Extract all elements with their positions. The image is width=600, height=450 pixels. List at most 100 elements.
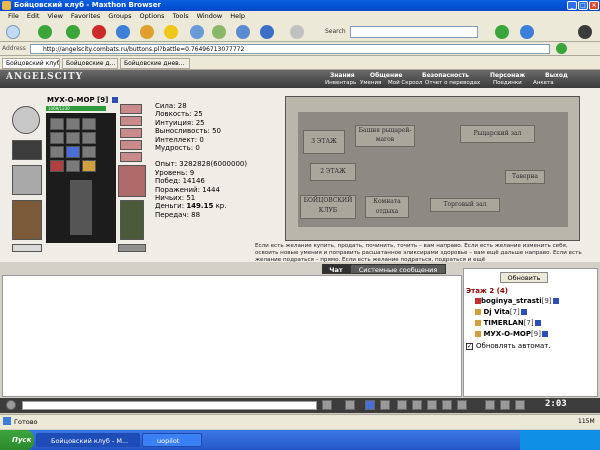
info-icon[interactable]: [520, 309, 527, 315]
menu-security[interactable]: Безопасность: [422, 72, 469, 79]
exit-icon[interactable]: [457, 400, 467, 410]
skills-icon[interactable]: [412, 400, 422, 410]
tab-chat[interactable]: Чат: [322, 264, 350, 274]
menu-character[interactable]: Персонаж: [490, 72, 525, 79]
tab-system-messages[interactable]: Системные сообщения: [350, 264, 446, 274]
ring-slot-2[interactable]: [66, 118, 80, 130]
menu-view[interactable]: View: [47, 11, 62, 22]
submenu-scroll[interactable]: Мой Скроол: [388, 80, 422, 86]
menu-options[interactable]: Options: [139, 11, 164, 22]
menu-file[interactable]: File: [8, 11, 19, 22]
menu-knowledge[interactable]: Знания: [330, 72, 355, 79]
room-knights-hall[interactable]: Рыцарский зал: [460, 125, 535, 143]
boots-slot[interactable]: [118, 244, 146, 252]
tab-fight-diaries-2[interactable]: Бойцовские днев...: [120, 58, 190, 69]
settings-icon[interactable]: [500, 400, 510, 410]
screen-icon[interactable]: [236, 25, 250, 39]
task-uopilot[interactable]: uopilot: [142, 433, 202, 447]
page-tools-icon[interactable]: [212, 25, 226, 39]
info-icon[interactable]: [552, 298, 559, 304]
home-icon[interactable]: [140, 25, 154, 39]
chat-message-input[interactable]: [22, 401, 317, 410]
ring-slot-3[interactable]: [82, 118, 96, 130]
weapon-slot[interactable]: [12, 165, 42, 195]
menu-groups[interactable]: Groups: [108, 11, 131, 22]
help-icon[interactable]: [578, 25, 592, 39]
search-engine-icon[interactable]: [520, 25, 534, 39]
clear-icon[interactable]: [345, 400, 355, 410]
bracer-slot[interactable]: [82, 132, 96, 144]
send-icon[interactable]: [322, 400, 332, 410]
menu-favorites[interactable]: Favorites: [71, 11, 100, 22]
scroll-slot-3[interactable]: [120, 128, 142, 138]
spell-slot-6[interactable]: [82, 160, 96, 172]
start-button[interactable]: Пуск: [0, 430, 34, 450]
submenu-inventory[interactable]: Инвентарь: [325, 80, 356, 86]
scroll-slot-2[interactable]: [120, 116, 142, 126]
submenu-transfers[interactable]: Отчет о переводах: [425, 80, 480, 86]
menu-exit[interactable]: Выход: [545, 72, 568, 79]
back-icon[interactable]: [38, 25, 52, 39]
ring-slot-1[interactable]: [50, 118, 64, 130]
menu-communication[interactable]: Общение: [370, 72, 402, 79]
translit-icon[interactable]: [380, 400, 390, 410]
online-player-4[interactable]: МУХ-О-МОР[9]: [474, 330, 548, 338]
favorites-star-icon[interactable]: [164, 25, 178, 39]
undo-icon[interactable]: [260, 25, 274, 39]
options-icon[interactable]: [290, 25, 304, 39]
spell-slot-2[interactable]: [66, 146, 80, 158]
spell-slot-4[interactable]: [50, 160, 64, 172]
online-player-2[interactable]: Dj Vita[7]: [474, 308, 527, 316]
menu-window[interactable]: Window: [197, 11, 223, 22]
checkbox-icon[interactable]: ✓: [466, 342, 473, 350]
scroll-slot-1[interactable]: [120, 104, 142, 114]
forward-icon[interactable]: [66, 25, 80, 39]
earring-slot[interactable]: [66, 132, 80, 144]
auto-refresh-checkbox[interactable]: ✓ Обновлять автомат.: [466, 342, 551, 350]
minimize-button[interactable]: _: [567, 1, 577, 10]
info-icon[interactable]: [541, 331, 548, 337]
groups-icon[interactable]: [190, 25, 204, 39]
menu-help[interactable]: Help: [230, 11, 245, 22]
filter-icon[interactable]: [365, 400, 375, 410]
online-player-3[interactable]: TIMERLAN[7]: [474, 319, 541, 327]
spell-slot-3[interactable]: [82, 146, 96, 158]
room-floor2[interactable]: 2 ЭТАЖ: [310, 163, 356, 181]
info-icon[interactable]: [534, 320, 541, 326]
address-input[interactable]: http://angelscity.combats.ru/buttons.pl?…: [30, 44, 550, 54]
room-rest[interactable]: Комната отдыха: [365, 196, 409, 218]
friends-icon[interactable]: [442, 400, 452, 410]
menu-edit[interactable]: Edit: [27, 11, 40, 22]
quests-icon[interactable]: [515, 400, 525, 410]
new-tab-icon[interactable]: [6, 25, 20, 39]
spell-slot-1[interactable]: [50, 146, 64, 158]
pants-slot[interactable]: [120, 200, 144, 240]
refresh-button[interactable]: Обновить: [500, 272, 548, 283]
online-player-1[interactable]: boginya_strasti[9]: [474, 297, 559, 305]
amulet-slot[interactable]: [50, 132, 64, 144]
shield-slot[interactable]: [118, 165, 146, 197]
helmet-slot[interactable]: [12, 106, 40, 134]
menu-tools[interactable]: Tools: [173, 11, 189, 22]
search-go-icon[interactable]: [495, 25, 509, 39]
room-floor3[interactable]: 3 ЭТАЖ: [303, 130, 345, 154]
scroll-slot-5[interactable]: [120, 152, 142, 162]
refresh-icon[interactable]: [116, 25, 130, 39]
tab-fight-diaries-1[interactable]: Бойцовские д...: [62, 58, 118, 69]
fight-icon[interactable]: [397, 400, 407, 410]
submenu-fights[interactable]: Поединки: [493, 80, 522, 86]
submenu-profile[interactable]: Анкета: [533, 80, 554, 86]
gloves-slot[interactable]: [12, 140, 42, 160]
search-input[interactable]: [350, 26, 478, 38]
room-knights-tower[interactable]: Башня рыцарей-магов: [355, 125, 415, 147]
task-fight-club[interactable]: Бойцовский клуб - M...: [36, 433, 140, 447]
maximize-button[interactable]: □: [578, 1, 588, 10]
belt-slot[interactable]: [12, 244, 42, 252]
room-trade-hall[interactable]: Торговый зал: [430, 198, 500, 212]
map-icon[interactable]: [427, 400, 437, 410]
stop-icon[interactable]: [92, 25, 106, 39]
smiley-icon[interactable]: [6, 400, 16, 410]
room-fight-club[interactable]: БОЙЦОВСКИЙ КЛУБ: [300, 195, 356, 219]
scroll-slot-4[interactable]: [120, 140, 142, 150]
room-tavern[interactable]: Таверна: [505, 170, 545, 184]
